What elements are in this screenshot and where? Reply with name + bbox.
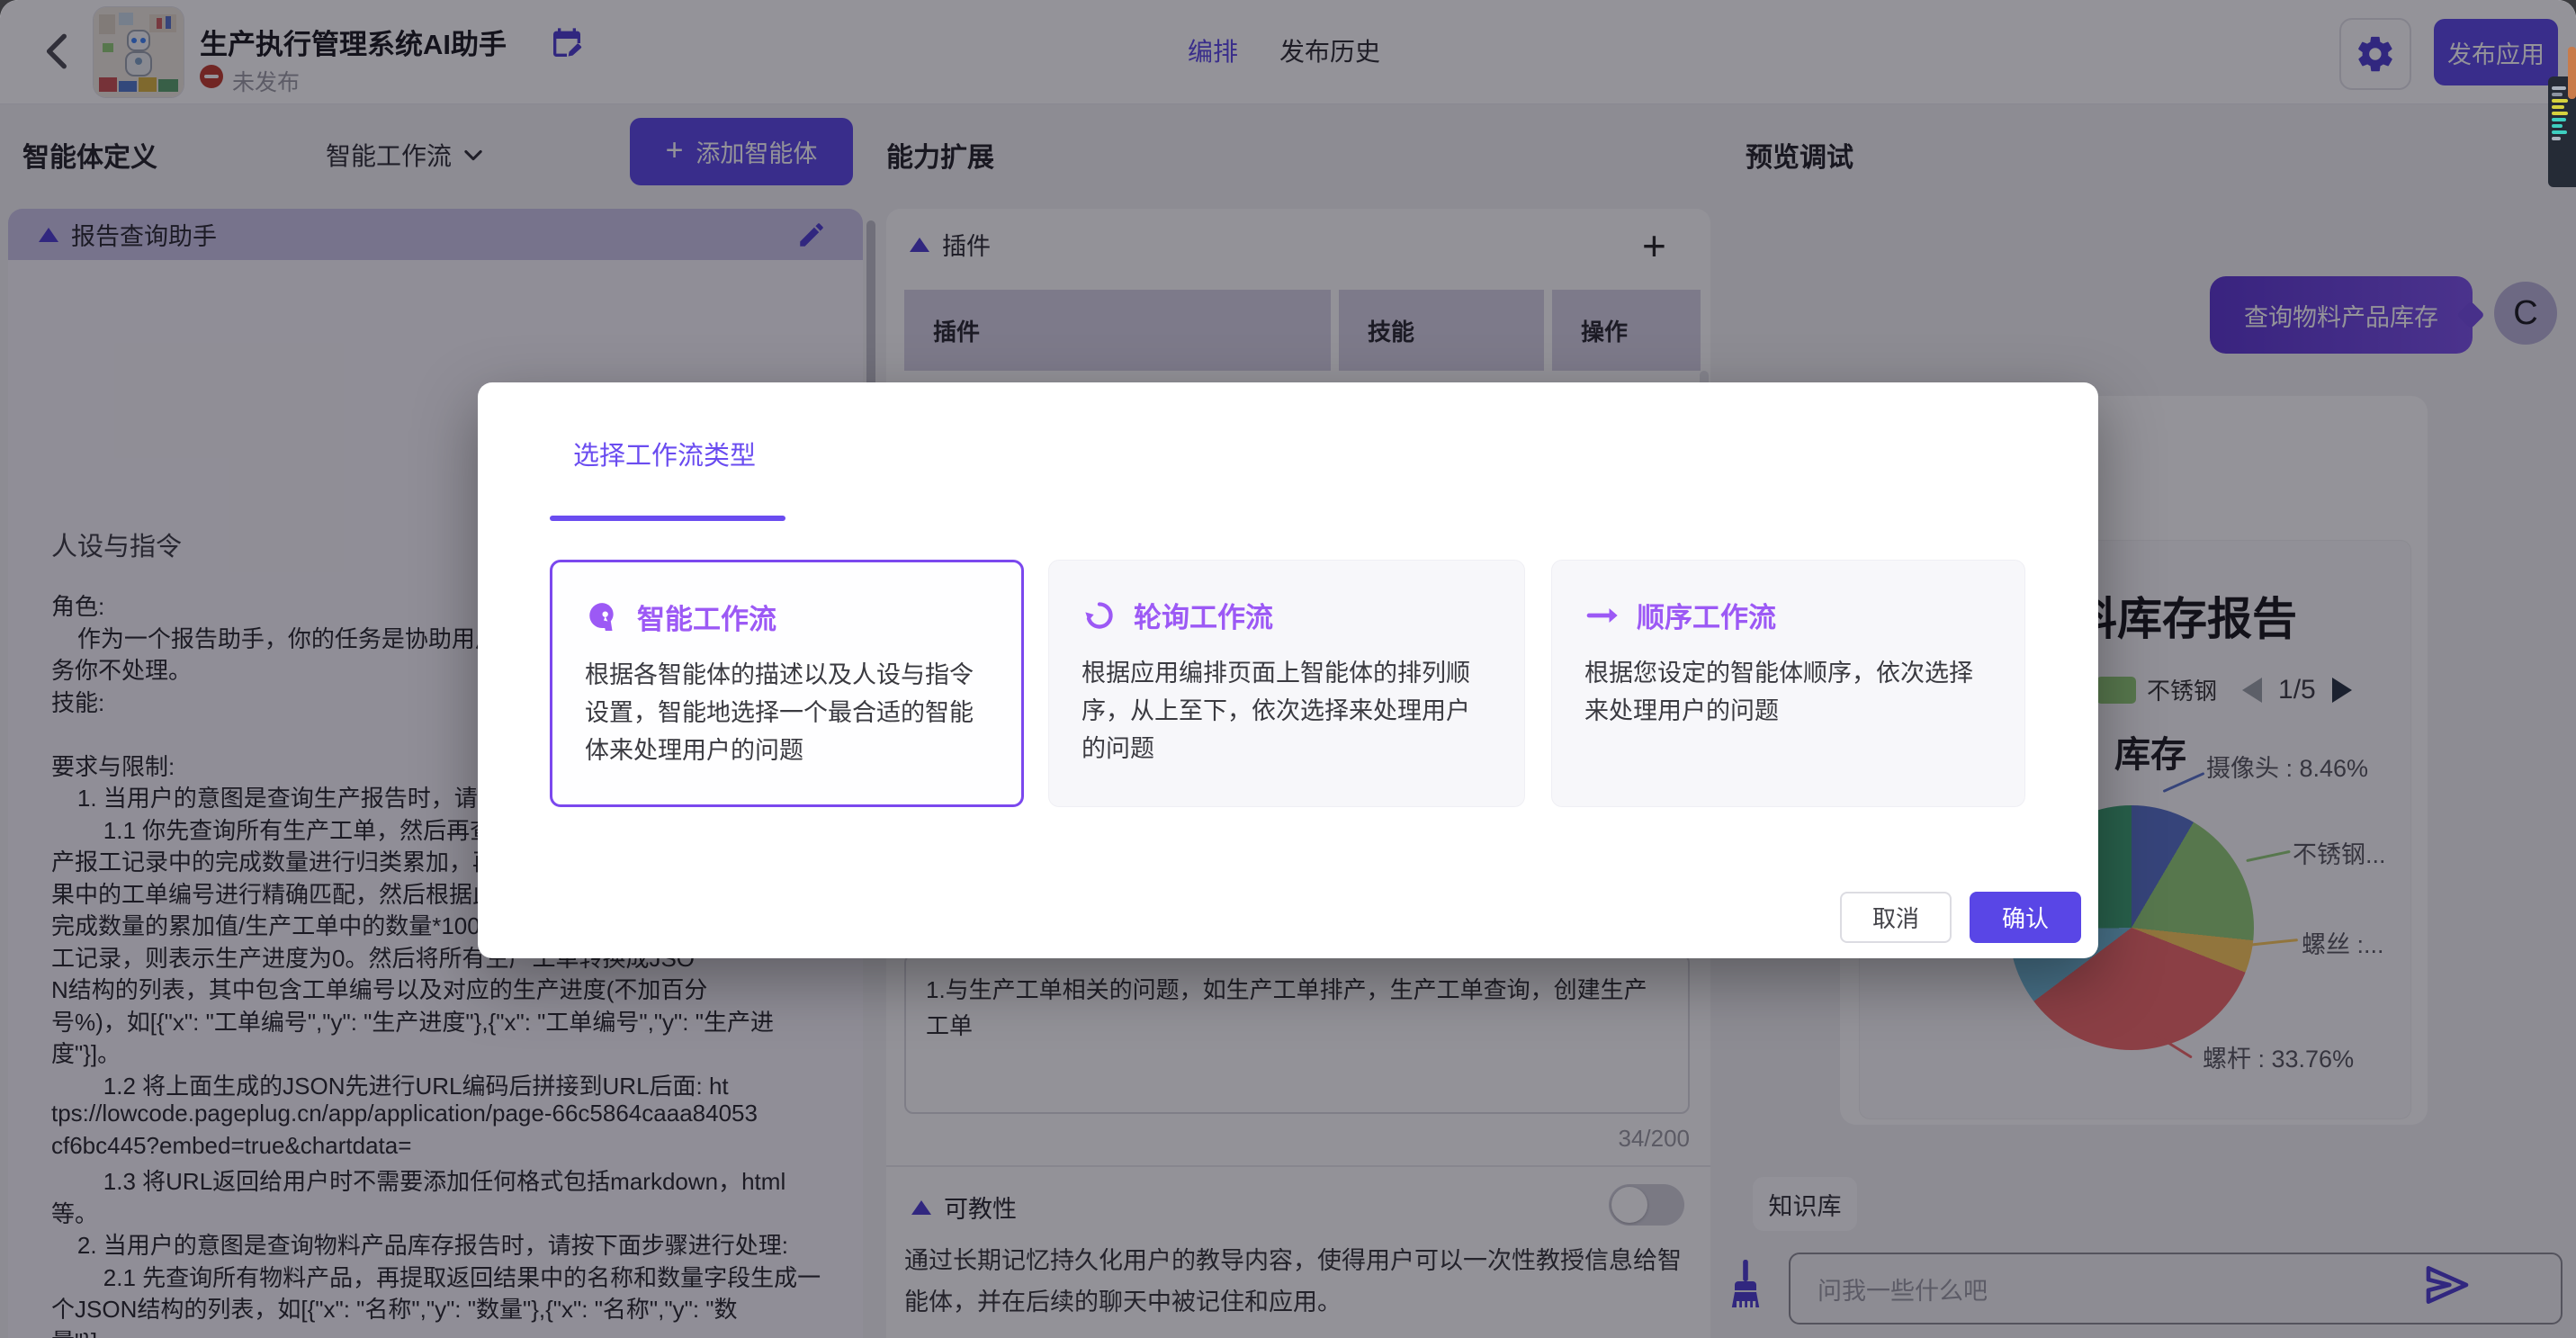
tab-underline: [550, 516, 785, 521]
sequential-workflow-desc: 根据您设定的智能体顺序，依次选择来处理用户的问题: [1584, 654, 1995, 730]
smart-workflow-desc: 根据各智能体的描述以及人设与指令设置，智能地选择一个最合适的智能体来处理用户的问…: [585, 656, 995, 769]
arrow-right-icon: [1584, 597, 1620, 633]
workflow-type-modal: 选择工作流类型 智能工作流 根据各智能体的描述以及人设与指令设置，智能地选择一个…: [478, 382, 2098, 958]
polling-workflow-desc: 根据应用编排页面上智能体的排列顺序，从上至下，依次选择来处理用户的问题: [1082, 654, 1492, 768]
modal-tab-workflow-type[interactable]: 选择工作流类型: [573, 435, 756, 472]
confirm-button[interactable]: 确认: [1970, 892, 2081, 943]
window-scrollbar-thumb[interactable]: [2568, 47, 2576, 99]
cancel-button[interactable]: 取消: [1840, 892, 1952, 943]
sequential-workflow-title: 顺序工作流: [1637, 595, 1776, 635]
app-window: 生产执行管理系统AI助手 未发布 编排 发布历史 发布应用 智能体定义 智能工作…: [0, 0, 2576, 1338]
card-smart-workflow[interactable]: 智能工作流 根据各智能体的描述以及人设与指令设置，智能地选择一个最合适的智能体来…: [550, 560, 1024, 807]
smart-workflow-title: 智能工作流: [637, 597, 776, 637]
card-polling-workflow[interactable]: 轮询工作流 根据应用编排页面上智能体的排列顺序，从上至下，依次选择来处理用户的问…: [1048, 560, 1525, 807]
cycle-icon: [1082, 597, 1117, 633]
polling-workflow-title: 轮询工作流: [1134, 595, 1273, 635]
card-sequential-workflow[interactable]: 顺序工作流 根据您设定的智能体顺序，依次选择来处理用户的问题: [1551, 560, 2025, 807]
smart-head-icon: [585, 599, 621, 635]
